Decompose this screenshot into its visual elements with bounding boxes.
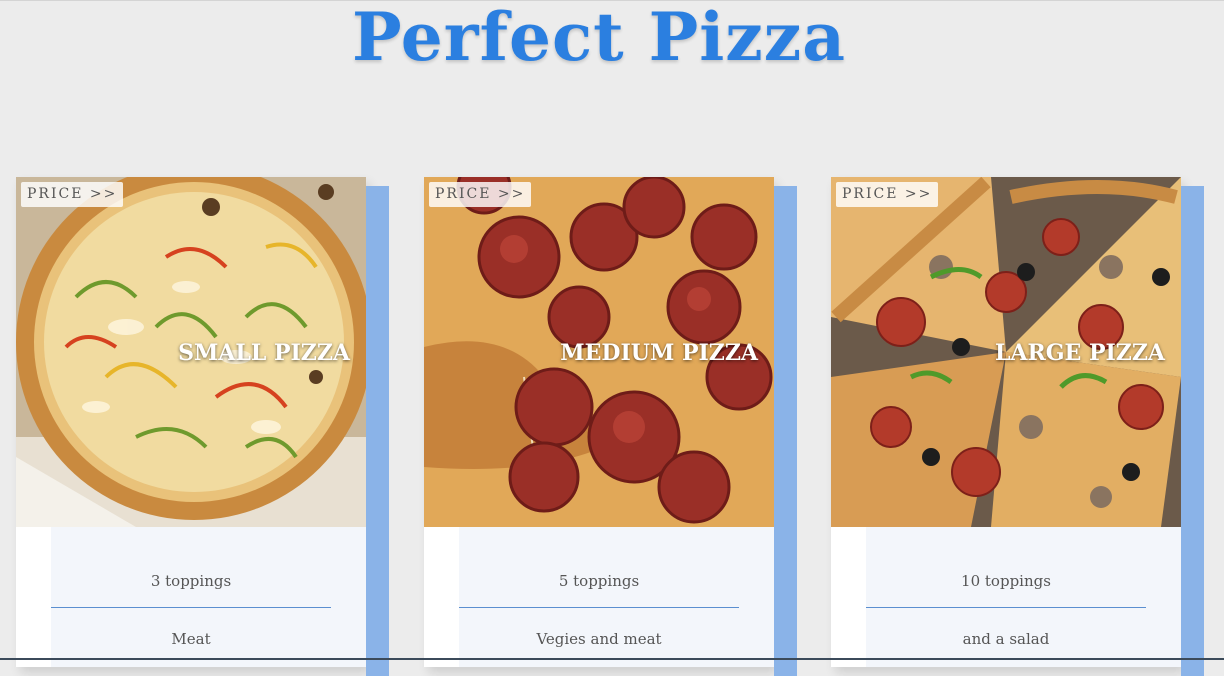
details-divider	[51, 607, 331, 608]
toppings-count: 3 toppings	[150, 572, 232, 590]
details-divider	[459, 607, 739, 608]
pizza-image-veggie: PRICE >> SMALL PIZZA	[16, 177, 366, 527]
card-details: 5 toppings Vegies and meat	[459, 527, 774, 667]
card-accent-bar	[366, 186, 389, 676]
pizza-extra: Vegies and meat	[536, 630, 662, 648]
price-button[interactable]: PRICE >>	[21, 182, 124, 207]
pizza-extra: and a salad	[962, 630, 1050, 648]
card-accent-bar	[774, 186, 797, 676]
pizza-image-supreme: PRICE >> LARGE PIZZA	[831, 177, 1181, 527]
pizza-size-title: MEDIUM PIZZA	[560, 340, 758, 366]
card-details: 3 toppings Meat	[51, 527, 366, 667]
pizza-size-title: SMALL PIZZA	[178, 340, 350, 366]
pizza-size-title: LARGE PIZZA	[994, 340, 1165, 366]
pizza-card-small: PRICE >> SMALL PIZZA 3 toppings Meat	[16, 177, 389, 676]
page-title: Perfect Pizza	[351, 0, 847, 76]
toppings-count: 10 toppings	[961, 572, 1051, 590]
toppings-count: 5 toppings	[558, 572, 640, 590]
price-button[interactable]: PRICE >>	[429, 182, 532, 207]
details-divider	[866, 607, 1146, 608]
card-accent-bar	[1181, 186, 1204, 676]
price-button[interactable]: PRICE >>	[836, 182, 939, 207]
pizza-card-large: PRICE >> LARGE PIZZA 10 toppings and a s…	[831, 177, 1204, 676]
pizza-card-medium: PRICE >> MEDIUM PIZZA 5 toppings Vegies …	[424, 177, 797, 676]
pizza-extra: Meat	[171, 630, 211, 648]
card-details: 10 toppings and a salad	[866, 527, 1181, 667]
pizza-image-pepperoni: PRICE >> MEDIUM PIZZA	[424, 177, 774, 527]
